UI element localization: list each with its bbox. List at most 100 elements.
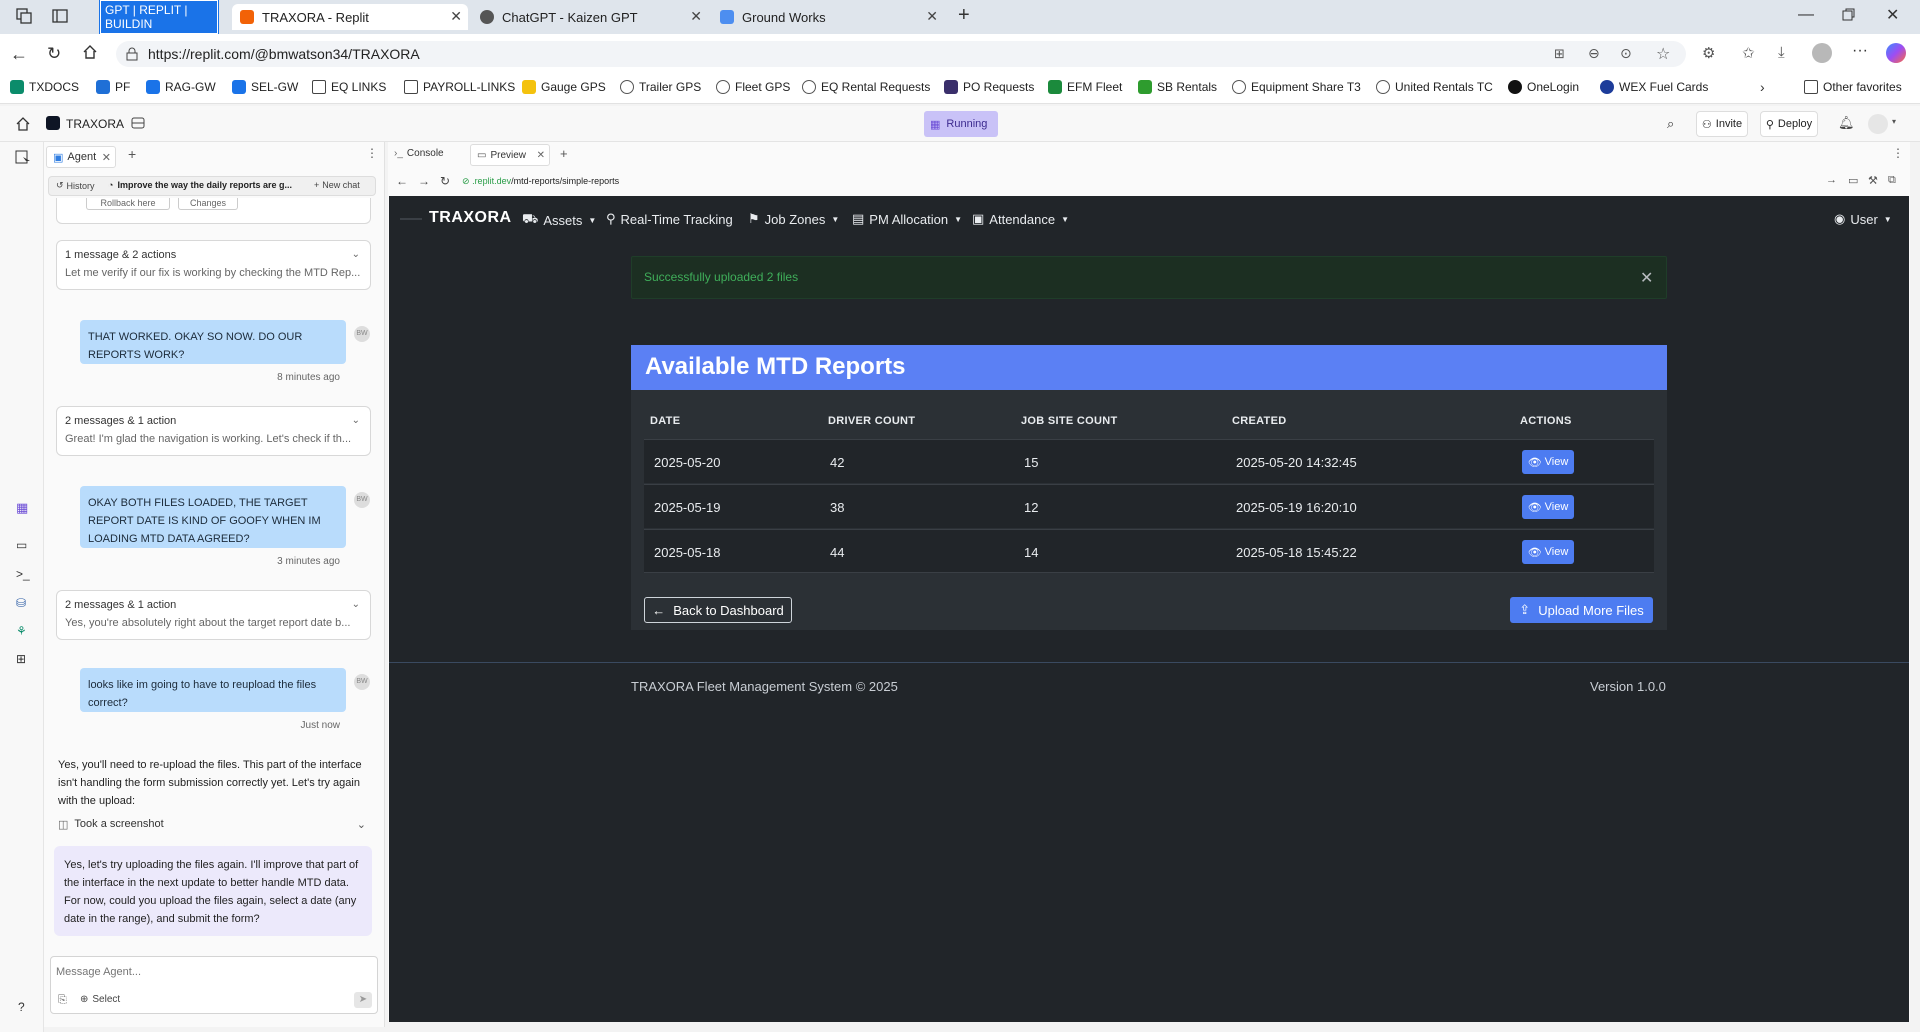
nav-attendance[interactable]: ▣ Attendance ▼ (972, 211, 1069, 227)
extensions-icon[interactable]: ⚙ (1702, 44, 1715, 62)
workspaces-icon[interactable] (16, 8, 32, 24)
nav-real-time-tracking[interactable]: ⚲ Real-Time Tracking (606, 211, 733, 227)
close-tab-icon[interactable]: ✕ (926, 8, 938, 25)
close-tab-icon[interactable]: ✕ (690, 8, 702, 25)
alert-close-icon[interactable]: ✕ (1640, 268, 1653, 288)
nav-pm-allocation[interactable]: ▤ PM Allocation ▼ (852, 211, 962, 227)
preview-go-icon[interactable]: → (1826, 174, 1837, 186)
agent-action-card[interactable]: 2 messages & 1 action Yes, you're absolu… (56, 590, 371, 640)
tab-chatgpt[interactable]: ChatGPT - Kaizen GPT ✕ (472, 4, 708, 30)
favorite-gauge-gps[interactable]: Gauge GPS (522, 80, 606, 94)
settings-wrench-icon[interactable]: ⚒ (1868, 174, 1878, 187)
tab-agent[interactable]: ▣ Agent ✕ (46, 146, 116, 168)
help-icon[interactable]: ? (18, 1000, 25, 1014)
user-menu-caret-icon[interactable]: ▾ (1892, 117, 1896, 126)
database-icon[interactable]: ⛁ (16, 596, 26, 610)
close-tab-icon[interactable]: ✕ (450, 8, 462, 25)
project-name[interactable]: TRAXORA (66, 117, 124, 131)
other-favorites[interactable]: Other favorites (1804, 80, 1902, 94)
tab-traxora-replit[interactable]: TRAXORA - Replit ✕ (232, 4, 468, 30)
home-icon[interactable] (82, 44, 98, 60)
secrets-icon[interactable]: ⚘ (16, 624, 27, 638)
devtools-icon[interactable]: ▭ (1848, 174, 1858, 187)
run-status-button[interactable]: ▦ Running (924, 111, 998, 137)
favorite-onelogin[interactable]: OneLogin (1508, 80, 1579, 94)
history-button[interactable]: ↺ History (56, 180, 95, 191)
app-brand[interactable]: TRAXORA (429, 209, 512, 227)
favorite-equipment-share[interactable]: Equipment Share T3 (1232, 80, 1361, 94)
attach-icon[interactable]: ⎘ (58, 994, 67, 1007)
favorite-united-rentals[interactable]: United Rentals TC (1376, 80, 1493, 94)
search-icon[interactable]: ⌕ (1667, 116, 1674, 132)
nav-job-zones[interactable]: ⚑ Job Zones ▼ (748, 211, 839, 227)
favorite-fleet-gps[interactable]: Fleet GPS (716, 80, 790, 94)
favorite-efm-fleet[interactable]: EFM Fleet (1048, 80, 1122, 94)
close-tab-icon[interactable]: ✕ (537, 150, 545, 161)
favorite-sb-rentals[interactable]: SB Rentals (1138, 80, 1217, 94)
files-icon[interactable] (14, 148, 32, 166)
favorite-txdocs[interactable]: TXDOCS (10, 80, 79, 94)
nav-assets[interactable]: ⛟ Assets ▼ (522, 211, 596, 229)
new-tab-icon[interactable]: + (958, 4, 970, 27)
new-chat-button[interactable]: + New chat (314, 180, 360, 190)
window-close-icon[interactable]: ✕ (1886, 5, 1899, 25)
workflows-icon[interactable]: ▦ (16, 500, 28, 516)
favorite-star-icon[interactable]: ☆ (1656, 44, 1670, 64)
rollback-button[interactable]: Rollback here (86, 198, 170, 210)
back-icon[interactable]: ← (10, 44, 28, 65)
view-report-button[interactable]: 👁︎ View (1522, 540, 1574, 564)
vertical-tabs-icon[interactable] (52, 8, 68, 24)
favorite-rag-gw[interactable]: RAG-GW (146, 80, 216, 94)
chat-title[interactable]: ◔ Improve the way the daily reports are … (108, 180, 308, 190)
app-available-icon[interactable]: ⊞ (1554, 46, 1565, 62)
tab-preview[interactable]: ▭ Preview ✕ (470, 144, 550, 166)
deploy-button[interactable]: ⚲ Deploy (1760, 111, 1818, 137)
all-tools-icon[interactable]: ⊞ (16, 652, 26, 666)
tab-console[interactable]: ›_ Console (394, 148, 444, 159)
agent-action-card[interactable]: 2 messages & 1 action Great! I'm glad th… (56, 406, 371, 456)
send-button[interactable]: ➤ (354, 992, 372, 1008)
favorite-payroll-links[interactable]: PAYROLL-LINKS (404, 80, 515, 94)
new-pane-tab-icon[interactable]: + (560, 146, 568, 161)
copilot-icon[interactable] (1886, 43, 1906, 63)
favorite-wex-fuel-cards[interactable]: WEX Fuel Cards (1600, 80, 1708, 94)
chevron-down-icon[interactable]: ⌄ (352, 415, 360, 426)
pane-menu-icon[interactable]: ⋮ (366, 146, 378, 160)
url-text[interactable]: https://replit.com/@bmwatson34/TRAXORA (148, 46, 420, 62)
chevron-down-icon[interactable]: ⌄ (352, 599, 360, 610)
select-element-button[interactable]: ⊕ Select (80, 994, 120, 1005)
favorites-overflow-icon[interactable]: › (1760, 79, 1765, 95)
preview-reload-icon[interactable]: ↻ (440, 174, 450, 188)
agent-action-card[interactable]: 1 message & 2 actions Let me verify if o… (56, 240, 371, 290)
notifications-icon[interactable]: 🔔︎ (1838, 115, 1855, 131)
new-pane-tab-icon[interactable]: + (128, 146, 136, 162)
shell-icon[interactable]: >_ (16, 567, 30, 581)
restore-icon[interactable] (1842, 8, 1856, 22)
zoom-icon[interactable]: ⊖ (1588, 45, 1600, 62)
chevron-down-icon[interactable]: ⌄ (352, 249, 360, 260)
changes-button[interactable]: Changes (178, 198, 238, 210)
invite-button[interactable]: ⚇ Invite (1696, 111, 1748, 137)
tab-gpt-replit[interactable]: GPT | REPLIT | BUILDIN (92, 0, 226, 35)
browser-menu-icon[interactable]: ··· (1852, 42, 1868, 60)
favorites-icon[interactable]: ✩ (1742, 44, 1755, 62)
preview-back-icon[interactable]: ← (396, 174, 408, 188)
profile-avatar-icon[interactable] (1812, 43, 1832, 63)
preview-forward-icon[interactable]: → (418, 174, 430, 188)
nav-user-menu[interactable]: ◉ User ▼ (1834, 211, 1892, 227)
lock-icon[interactable] (126, 47, 138, 61)
view-report-button[interactable]: 👁︎ View (1522, 450, 1574, 474)
chevron-down-icon[interactable]: ⌄ (357, 818, 366, 831)
close-tab-icon[interactable]: ✕ (102, 151, 111, 164)
favorite-pf[interactable]: PF (96, 80, 130, 94)
more-page-icon[interactable]: ⊙ (1620, 45, 1632, 62)
minimize-icon[interactable]: — (1798, 6, 1814, 24)
webview-icon[interactable]: ▭ (16, 538, 27, 552)
message-input[interactable] (56, 962, 356, 982)
home-icon[interactable] (16, 117, 30, 131)
favorite-sel-gw[interactable]: SEL-GW (232, 80, 298, 94)
back-to-dashboard-button[interactable]: ← Back to Dashboard (644, 597, 792, 623)
tab-ground-works[interactable]: Ground Works ✕ (712, 4, 944, 30)
view-report-button[interactable]: 👁︎ View (1522, 495, 1574, 519)
pane-menu-icon[interactable]: ⋮ (1892, 146, 1904, 160)
